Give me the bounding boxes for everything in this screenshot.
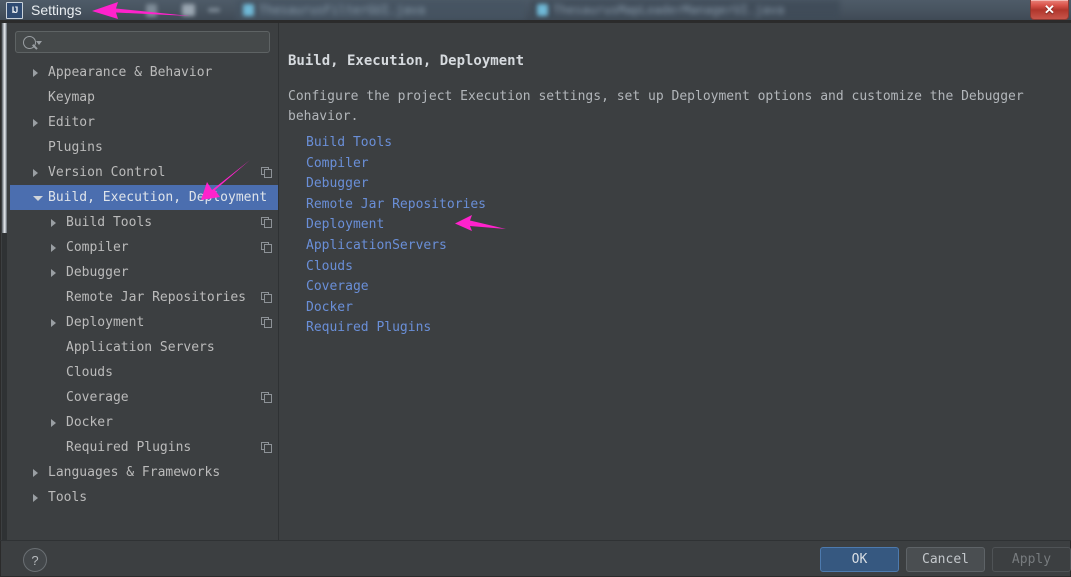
question-mark-icon: ? xyxy=(31,552,39,568)
sidebar-item-plugins[interactable]: Plugins xyxy=(10,135,278,160)
sidebar-item-compiler[interactable]: Compiler xyxy=(10,235,278,260)
sidebar-item-languages-frameworks[interactable]: Languages & Frameworks xyxy=(10,460,278,485)
chevron-right-icon[interactable] xyxy=(33,119,43,127)
sidebar-item-appearance-behavior[interactable]: Appearance & Behavior xyxy=(10,60,278,85)
scrollbar-track[interactable] xyxy=(2,233,7,541)
sidebar-item-label: Application Servers xyxy=(66,340,215,355)
copy-settings-icon[interactable] xyxy=(261,242,272,253)
sidebar-item-label: Plugins xyxy=(48,140,103,155)
sidebar-item-editor[interactable]: Editor xyxy=(10,110,278,135)
copy-settings-icon[interactable] xyxy=(261,167,272,178)
settings-dialog: IJ Settings Appearance & Behavior Keymap E… xyxy=(0,0,1071,577)
ide-scrollbar-sliver xyxy=(1,23,9,541)
apply-button: Apply xyxy=(992,547,1071,572)
page-description: Configure the project Execution settings… xyxy=(288,89,1024,124)
help-button[interactable]: ? xyxy=(23,548,47,572)
sidebar-item-label: Required Plugins xyxy=(66,440,192,455)
sidebar-item-keymap[interactable]: Keymap xyxy=(10,85,278,110)
sidebar-item-label: Coverage xyxy=(66,390,129,405)
sidebar-item-label: Deployment xyxy=(66,315,145,330)
settings-link-coverage[interactable]: Coverage xyxy=(306,277,486,298)
sidebar-item-build-tools[interactable]: Build Tools xyxy=(10,210,278,235)
copy-settings-icon[interactable] xyxy=(261,317,272,328)
sidebar-item-label: Tools xyxy=(48,490,88,505)
sidebar-item-label: Remote Jar Repositories xyxy=(66,290,247,305)
sidebar-item-label: Languages & Frameworks xyxy=(48,465,221,480)
settings-link-debugger[interactable]: Debugger xyxy=(306,174,486,195)
sidebar-item-required-plugins[interactable]: Required Plugins xyxy=(10,435,278,460)
sidebar-item-docker[interactable]: Docker xyxy=(10,410,278,435)
settings-link-compiler[interactable]: Compiler xyxy=(306,154,486,175)
sidebar-item-label: Version Control xyxy=(48,165,166,180)
chevron-right-icon[interactable] xyxy=(33,494,43,502)
chevron-down-icon[interactable] xyxy=(33,196,43,201)
settings-link-remote-jar-repositories[interactable]: Remote Jar Repositories xyxy=(306,195,486,216)
copy-settings-icon[interactable] xyxy=(261,392,272,403)
settings-link-list: Build Tools Compiler Debugger Remote Jar Re… xyxy=(306,133,486,339)
settings-link-docker[interactable]: Docker xyxy=(306,298,486,319)
dialog-body: Appearance & Behavior Keymap Editor Plugins… xyxy=(0,22,1071,541)
search-field-wrapper xyxy=(15,31,270,54)
settings-tree: Appearance & Behavior Keymap Editor Plugins… xyxy=(10,60,278,541)
sidebar-item-label: Clouds xyxy=(66,365,113,380)
settings-link-applicationservers[interactable]: ApplicationServers xyxy=(306,236,486,257)
chevron-right-icon[interactable] xyxy=(51,269,61,277)
copy-settings-icon[interactable] xyxy=(261,292,272,303)
search-input[interactable] xyxy=(44,32,270,54)
cancel-button-label: Cancel xyxy=(922,552,969,567)
chevron-right-icon[interactable] xyxy=(51,419,61,427)
sidebar-item-coverage[interactable]: Coverage xyxy=(10,385,278,410)
chevron-right-icon[interactable] xyxy=(51,319,61,327)
ok-button[interactable]: OK xyxy=(820,547,899,572)
sidebar-item-label: Debugger xyxy=(66,265,129,280)
sidebar-item-clouds[interactable]: Clouds xyxy=(10,360,278,385)
copy-settings-icon[interactable] xyxy=(261,442,272,453)
chevron-right-icon[interactable] xyxy=(51,219,61,227)
sidebar-item-tools[interactable]: Tools xyxy=(10,485,278,510)
search-box[interactable] xyxy=(15,31,270,54)
settings-link-deployment[interactable]: Deployment xyxy=(306,215,486,236)
chevron-down-icon[interactable] xyxy=(36,41,42,45)
copy-settings-icon[interactable] xyxy=(261,217,272,228)
sidebar-item-label: Docker xyxy=(66,415,113,430)
dialog-titlebar: IJ Settings xyxy=(0,0,1071,20)
chevron-right-icon[interactable] xyxy=(51,244,61,252)
sidebar-item-build-execution-deployment[interactable]: Build, Execution, Deployment xyxy=(10,185,278,210)
settings-link-clouds[interactable]: Clouds xyxy=(306,257,486,278)
sidebar-item-remote-jar-repositories[interactable]: Remote Jar Repositories xyxy=(10,285,278,310)
scrollbar-thumb[interactable] xyxy=(2,23,7,233)
settings-content-pane: Build, Execution, Deployment Configure t… xyxy=(279,23,1071,541)
settings-sidebar: Appearance & Behavior Keymap Editor Plugins… xyxy=(10,23,278,541)
sidebar-item-application-servers[interactable]: Application Servers xyxy=(10,335,278,360)
page-title: Build, Execution, Deployment xyxy=(288,53,525,69)
sidebar-item-version-control[interactable]: Version Control xyxy=(10,160,278,185)
sidebar-item-label: Keymap xyxy=(48,90,95,105)
sidebar-item-label: Editor xyxy=(48,115,95,130)
cancel-button[interactable]: Cancel xyxy=(906,547,985,572)
apply-button-label: Apply xyxy=(1011,552,1052,567)
chevron-right-icon[interactable] xyxy=(33,169,43,177)
ok-button-label: OK xyxy=(851,552,868,567)
sidebar-item-debugger[interactable]: Debugger xyxy=(10,260,278,285)
dialog-title: Settings xyxy=(31,2,82,18)
sidebar-item-deployment[interactable]: Deployment xyxy=(10,310,278,335)
chevron-right-icon[interactable] xyxy=(33,469,43,477)
sidebar-item-label: Appearance & Behavior xyxy=(48,65,213,80)
settings-link-required-plugins[interactable]: Required Plugins xyxy=(306,318,486,339)
dialog-footer: ? OK Cancel Apply xyxy=(0,541,1071,577)
chevron-right-icon[interactable] xyxy=(33,69,43,77)
intellij-logo-icon: IJ xyxy=(6,1,23,19)
sidebar-item-label: Compiler xyxy=(66,240,129,255)
sidebar-item-label: Build, Execution, Deployment xyxy=(48,190,268,205)
settings-link-build-tools[interactable]: Build Tools xyxy=(306,133,486,154)
sidebar-item-label: Build Tools xyxy=(66,215,153,230)
